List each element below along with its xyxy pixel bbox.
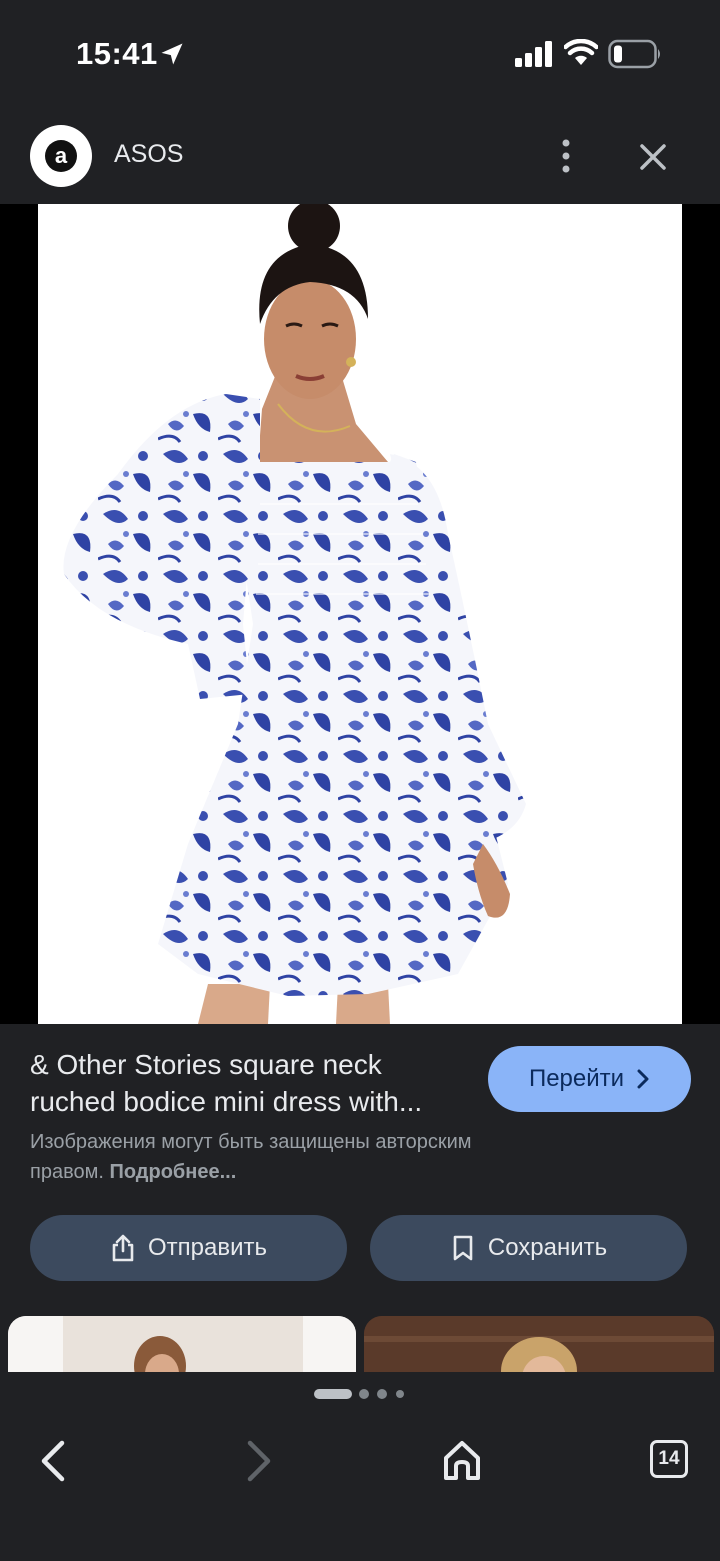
battery-low-icon xyxy=(608,39,660,69)
tabs-button[interactable]: 14 xyxy=(650,1440,688,1478)
related-results xyxy=(0,1316,720,1372)
save-button[interactable]: Сохранить xyxy=(370,1215,687,1281)
signal-bars-icon xyxy=(515,41,552,67)
browser-screen: 15:41 a ASOS & Other Stories square neck… xyxy=(0,0,720,1561)
close-icon[interactable] xyxy=(630,134,676,180)
sheet-header: a ASOS xyxy=(0,108,720,204)
visit-button[interactable]: Перейти xyxy=(488,1046,691,1112)
site-name[interactable]: ASOS xyxy=(114,140,183,169)
result-title-line2: ruched bodice mini dress with... xyxy=(30,1086,423,1117)
thumbnail-image xyxy=(8,1316,356,1372)
related-thumbnail[interactable] xyxy=(8,1316,356,1372)
status-bar: 15:41 xyxy=(0,0,720,100)
copyright-notice: Изображения могут быть защищены авторски… xyxy=(30,1127,550,1187)
image-viewer[interactable] xyxy=(0,204,720,1024)
asos-logo-icon: a xyxy=(45,140,77,172)
wifi-icon xyxy=(564,39,598,65)
forward-icon[interactable] xyxy=(242,1438,276,1484)
share-button[interactable]: Отправить xyxy=(30,1215,347,1281)
dress-photo xyxy=(63,204,526,1024)
related-thumbnail[interactable] xyxy=(364,1316,714,1372)
back-icon[interactable] xyxy=(36,1438,70,1484)
site-logo[interactable]: a xyxy=(30,125,92,187)
location-arrow-icon xyxy=(161,43,183,65)
learn-more-link[interactable]: Подробнее... xyxy=(109,1161,236,1183)
chevron-right-icon xyxy=(637,1069,649,1089)
logo-letter: a xyxy=(55,143,68,168)
bottom-toolbar: 14 xyxy=(0,1372,720,1561)
thumbnail-image xyxy=(364,1316,714,1372)
share-icon xyxy=(112,1234,134,1262)
page-indicator xyxy=(314,1389,404,1399)
share-button-label: Отправить xyxy=(147,1234,267,1261)
result-title[interactable]: & Other Stories square neck ruched bodic… xyxy=(30,1046,470,1120)
status-time: 15:41 xyxy=(76,36,158,71)
visit-button-label: Перейти xyxy=(528,1065,625,1092)
product-image[interactable] xyxy=(38,204,682,1024)
save-button-label: Сохранить xyxy=(487,1234,608,1261)
bookmark-icon xyxy=(453,1235,473,1261)
more-vertical-icon[interactable] xyxy=(548,134,584,178)
copyright-notice-text: Изображения могут быть защищены авторски… xyxy=(30,1131,472,1183)
result-title-line1: & Other Stories square neck xyxy=(30,1049,382,1080)
tab-count: 14 xyxy=(658,1448,680,1469)
home-icon[interactable] xyxy=(442,1438,482,1482)
